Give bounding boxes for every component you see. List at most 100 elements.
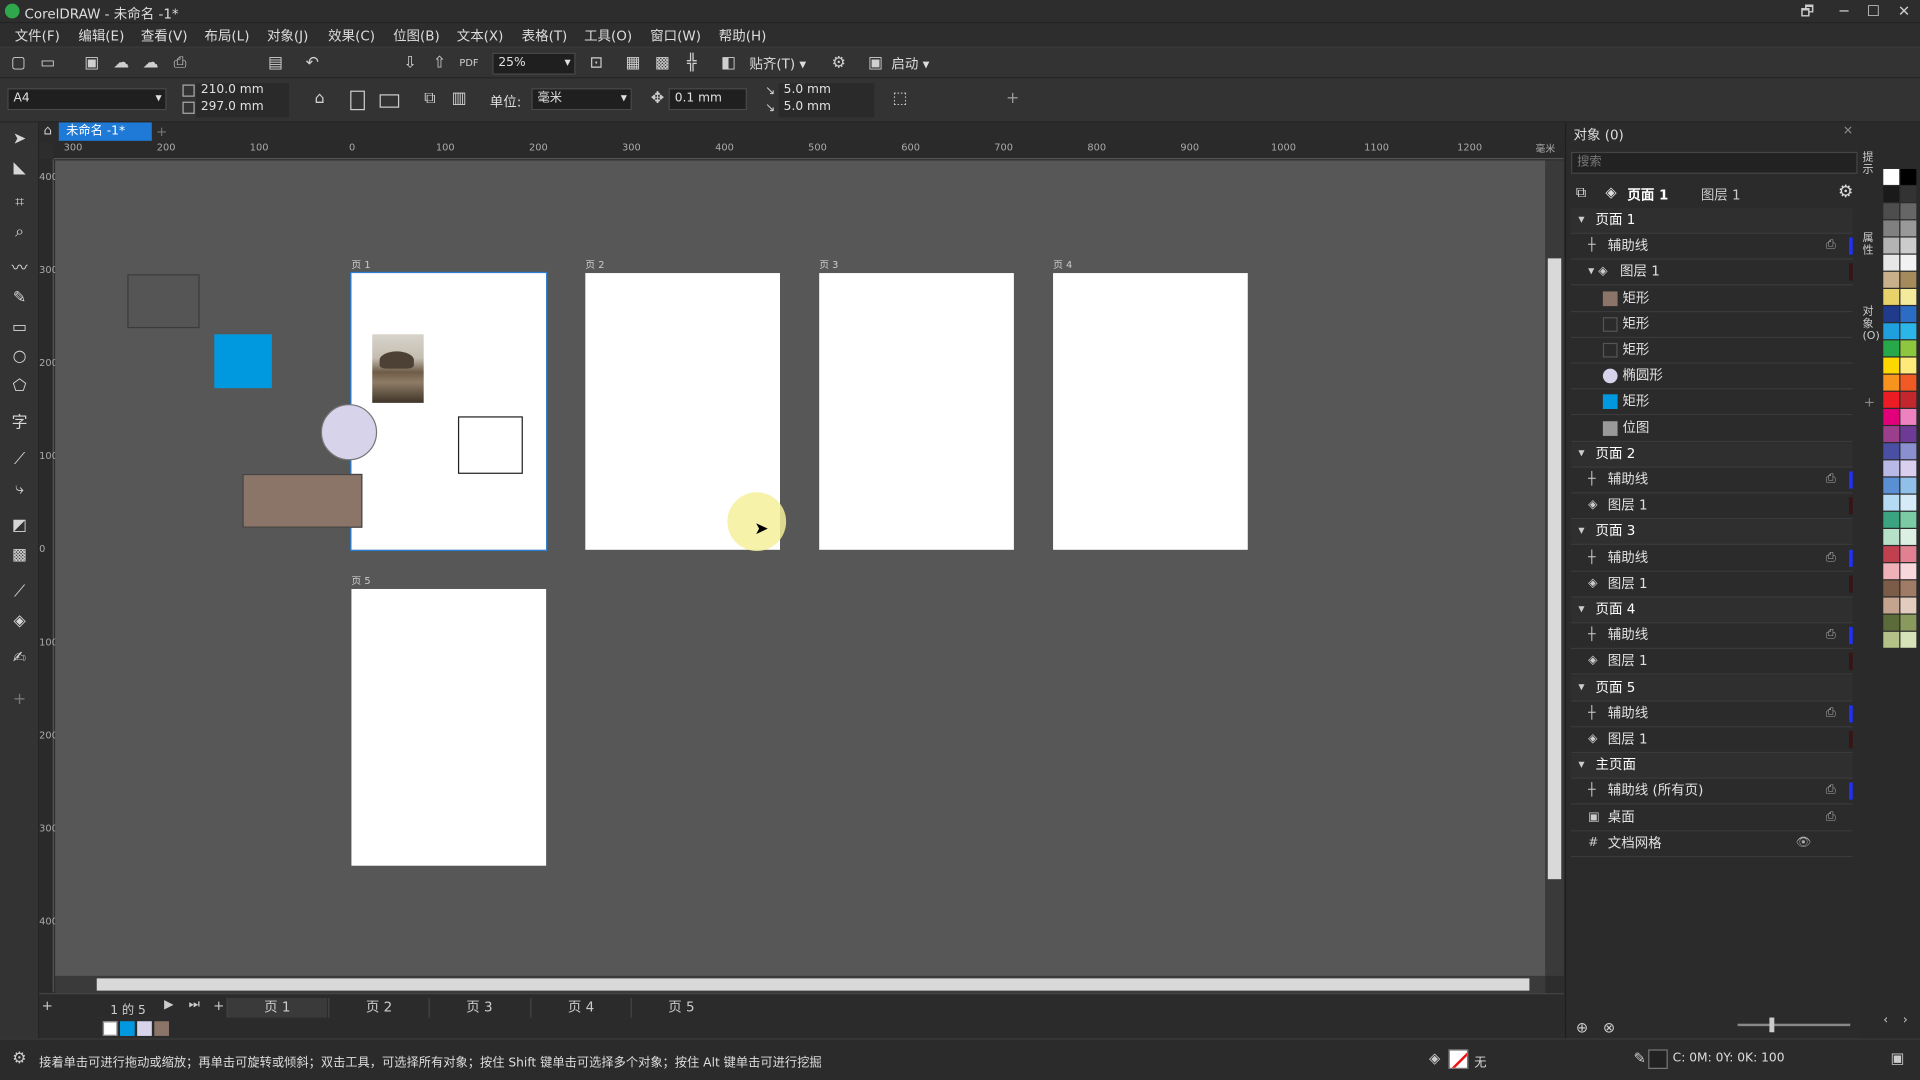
units-select[interactable]: 毫米 ▾	[531, 88, 632, 111]
tree-row-grid[interactable]: # 文档网格 👁	[1571, 831, 1853, 857]
tree-row-page[interactable]: ▾ 页面 3	[1571, 519, 1853, 546]
ellipse-shape[interactable]	[320, 404, 378, 461]
landscape-orientation-icon[interactable]	[379, 94, 400, 108]
menu-table[interactable]: 表格(T)	[522, 26, 568, 46]
smart-fill-tool-icon[interactable]: ✍	[7, 647, 31, 671]
palette-swatch[interactable]	[1900, 237, 1917, 254]
print-icon[interactable]: ⎙	[1826, 805, 1836, 829]
palette-swatch[interactable]	[1900, 391, 1917, 408]
artistic-media-tool-icon[interactable]: ✎	[7, 287, 31, 311]
fill-none-swatch[interactable]	[1448, 1049, 1469, 1069]
tree-row-page[interactable]: ▾ 页面 2	[1571, 441, 1853, 468]
color-proof-icon[interactable]: ▣	[1891, 1049, 1905, 1066]
palette-swatch[interactable]	[1900, 186, 1917, 203]
menu-file[interactable]: 文件(F)	[15, 26, 60, 46]
menu-view[interactable]: 查看(V)	[141, 26, 188, 46]
minimize-button[interactable]: ─	[1832, 1, 1856, 21]
menu-object[interactable]: 对象(J)	[267, 26, 308, 46]
maximize-button[interactable]: ☐	[1861, 1, 1885, 21]
print-icon[interactable]: ⎙	[1826, 468, 1836, 492]
palette-swatch[interactable]	[1900, 614, 1917, 631]
doc-swatch-lavender[interactable]	[137, 1021, 152, 1036]
save-icon[interactable]: ▣	[81, 53, 103, 75]
palette-swatch[interactable]	[1883, 203, 1900, 220]
palette-swatch[interactable]	[1900, 426, 1917, 443]
zoom-tool-icon[interactable]: ⌕	[7, 220, 31, 244]
portrait-orientation-icon[interactable]	[350, 90, 365, 111]
palette-swatch[interactable]	[1883, 186, 1900, 203]
slider-handle[interactable]	[1769, 1017, 1775, 1033]
transparency-tool-icon[interactable]: ▩	[7, 544, 31, 568]
tree-row-ellipse[interactable]: 椭圆形	[1571, 364, 1853, 390]
palette-swatch[interactable]	[1900, 254, 1917, 271]
palette-swatch[interactable]	[1900, 443, 1917, 460]
print-icon[interactable]: ⎙	[1826, 701, 1836, 725]
page-1[interactable]	[350, 271, 548, 552]
ellipse-tool-icon[interactable]: ○	[7, 345, 31, 369]
connector-tool-icon[interactable]: ⤷	[7, 478, 31, 502]
palette-swatch[interactable]	[1883, 546, 1900, 563]
launch-app-icon[interactable]: ▣	[864, 53, 886, 75]
bitmap-image[interactable]	[372, 334, 424, 403]
show-guides-icon[interactable]: ╬	[681, 53, 703, 75]
page-tab-4[interactable]: 页 4	[530, 997, 630, 1018]
new-document-icon[interactable]: ▢	[7, 53, 29, 75]
horizontal-scrollbar[interactable]	[55, 975, 1546, 994]
duplicate-distance-y-field[interactable]: 5.0 mm	[778, 100, 875, 118]
tree-row-guides[interactable]: ┼ 辅助线 ⎙	[1571, 234, 1853, 260]
palette-swatch[interactable]	[1900, 323, 1917, 340]
palette-swatch[interactable]	[1883, 340, 1900, 357]
palette-swatch[interactable]	[1883, 580, 1900, 597]
tree-row-guides[interactable]: ┼ 辅助线 (所有页) ⎙	[1571, 779, 1853, 805]
object-search-input[interactable]: 搜索	[1571, 151, 1858, 174]
add-tool-icon[interactable]: +	[7, 688, 31, 712]
tree-row-page[interactable]: ▾ 页面 1	[1571, 208, 1853, 234]
show-grid-icon[interactable]: ▩	[651, 53, 673, 75]
page-tab-5[interactable]: 页 5	[630, 997, 731, 1018]
palette-swatch[interactable]	[1900, 546, 1917, 563]
text-tool-icon[interactable]: 字	[7, 411, 31, 435]
palette-scroll-right-icon[interactable]: ›	[1903, 1014, 1908, 1027]
tree-row-rect[interactable]: 矩形	[1571, 312, 1853, 338]
menu-bitmap[interactable]: 位图(B)	[393, 26, 440, 46]
menu-window[interactable]: 窗口(W)	[650, 26, 701, 46]
tree-row-rect[interactable]: 矩形	[1571, 286, 1853, 312]
page-view-icon[interactable]: ⧉	[1576, 184, 1587, 202]
tree-row-layer[interactable]: ◈ 图层 1	[1571, 649, 1853, 676]
layers-icon[interactable]: ◈	[1605, 184, 1616, 201]
outline-rectangle[interactable]	[457, 416, 523, 474]
tree-row-page[interactable]: ▾ 页面 5	[1571, 675, 1853, 702]
tree-row-guides[interactable]: ┼ 辅助线 ⎙	[1571, 624, 1853, 650]
page-4[interactable]	[1053, 273, 1248, 550]
zoom-to-page-icon[interactable]: ⊡	[585, 53, 607, 75]
palette-swatch[interactable]	[1883, 563, 1900, 580]
tree-row-page[interactable]: ▾ 页面 4	[1571, 597, 1853, 624]
palette-swatch[interactable]	[1883, 597, 1900, 614]
interactive-fill-tool-icon[interactable]: ◈	[7, 610, 31, 634]
palette-swatch[interactable]	[1883, 511, 1900, 528]
all-pages-icon[interactable]: ⧉	[419, 88, 441, 110]
palette-swatch[interactable]	[1883, 323, 1900, 340]
home-icon[interactable]: ⌂	[39, 122, 56, 139]
menu-help[interactable]: 帮助(H)	[719, 26, 767, 46]
new-tab-icon[interactable]: +	[154, 122, 169, 140]
palette-swatch[interactable]	[1900, 408, 1917, 425]
add-icon[interactable]: +	[1002, 88, 1024, 110]
visibility-eye-icon[interactable]: 👁	[1795, 831, 1811, 855]
palette-swatch[interactable]	[1900, 340, 1917, 357]
palette-swatch[interactable]	[1883, 288, 1900, 305]
print-icon[interactable]: ⎙	[1826, 624, 1836, 648]
drawing-canvas[interactable]: 页 1 页 2 页 3 页 4 页 5 ➤	[55, 160, 1546, 976]
parallel-dimension-tool-icon[interactable]: ⟋	[7, 448, 31, 472]
blue-rectangle[interactable]	[214, 334, 272, 389]
palette-swatch[interactable]	[1900, 374, 1917, 391]
palette-swatch[interactable]	[1883, 220, 1900, 237]
document-tab[interactable]: 未命名 -1*	[58, 122, 152, 141]
freehand-tool-icon[interactable]: 〰	[7, 257, 31, 281]
close-button[interactable]: ✕	[1892, 1, 1916, 21]
tree-row-layer[interactable]: ◈ 图层 1	[1571, 727, 1853, 754]
polygon-tool-icon[interactable]: ⬠	[7, 375, 31, 399]
menu-edit[interactable]: 编辑(E)	[78, 26, 124, 46]
palette-swatch[interactable]	[1883, 374, 1900, 391]
palette-swatch[interactable]	[1900, 168, 1917, 185]
